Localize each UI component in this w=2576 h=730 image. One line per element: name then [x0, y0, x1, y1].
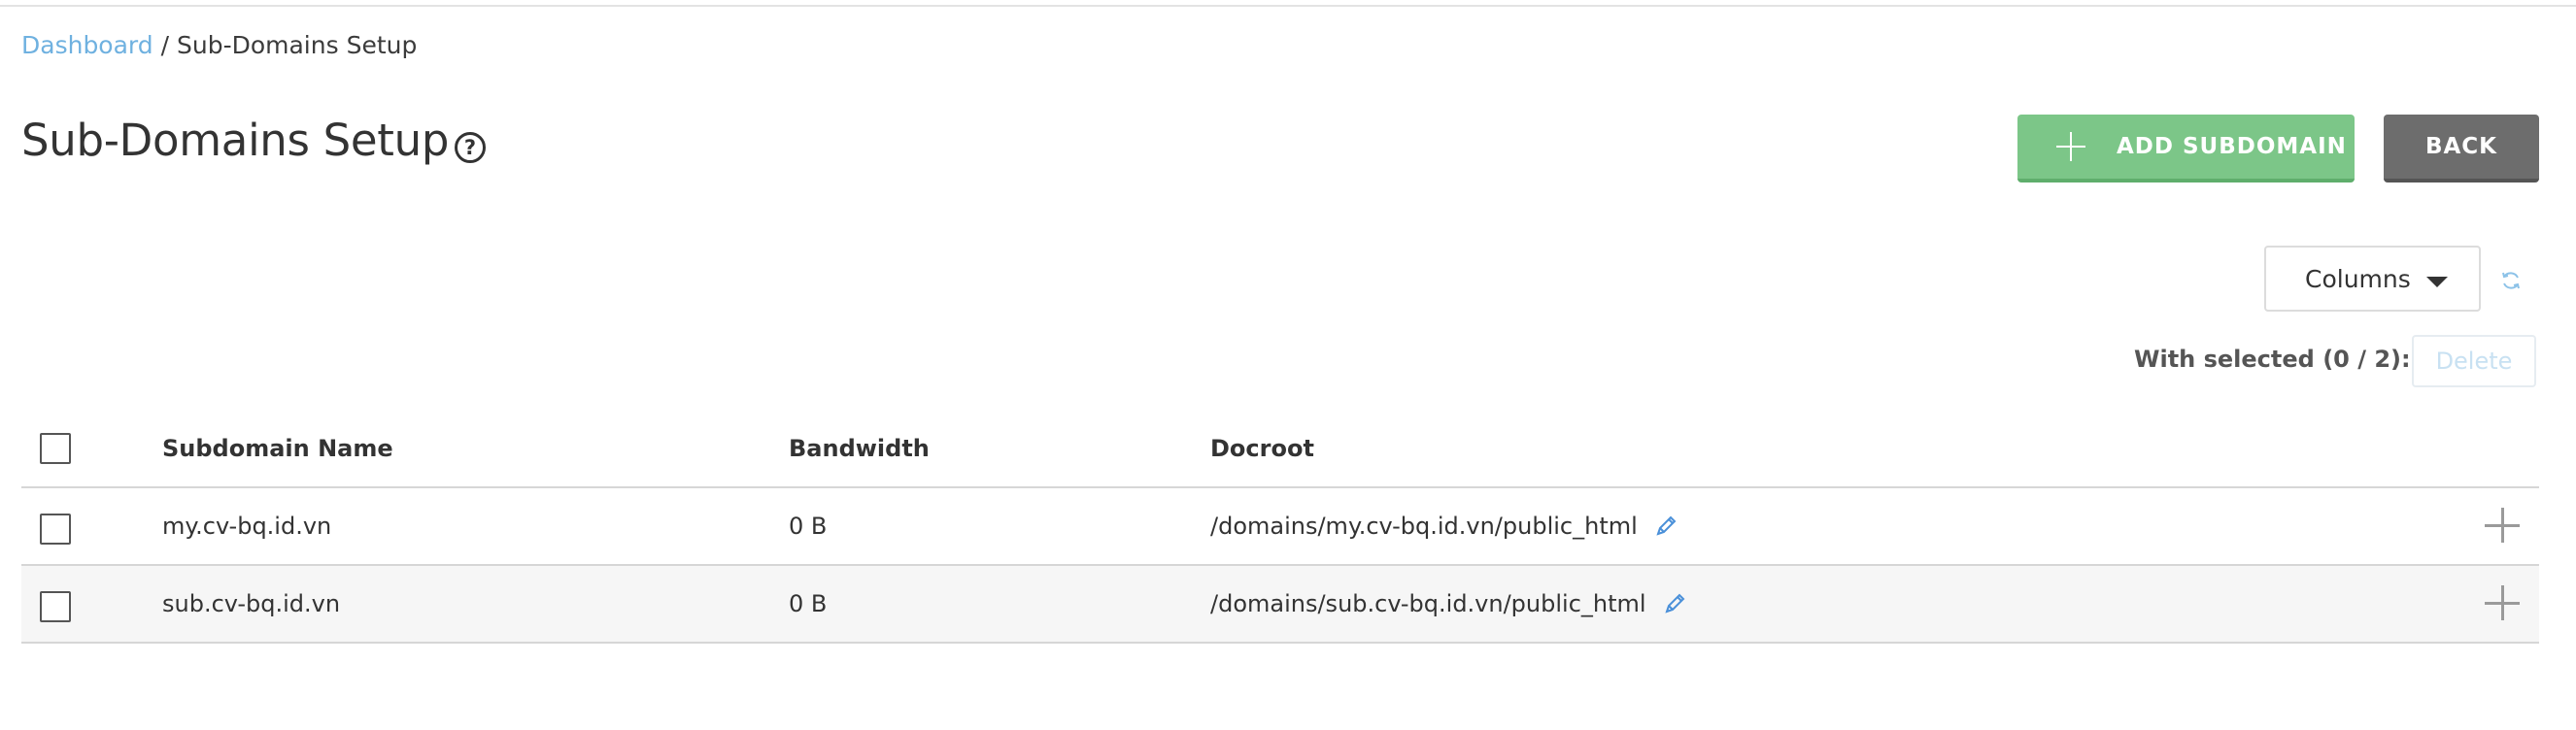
header-bandwidth[interactable]: Bandwidth	[789, 411, 930, 486]
top-rule	[0, 0, 2576, 7]
with-selected-count: With selected (0 / 2):	[2134, 346, 2411, 373]
subdomain-name-cell: sub.cv-bq.id.vn	[162, 590, 341, 617]
header-docroot[interactable]: Docroot	[1210, 411, 1314, 486]
bandwidth-cell: 0 B	[789, 590, 828, 617]
plus-icon[interactable]	[2485, 585, 2520, 620]
docroot-cell: /domains/sub.cv-bq.id.vn/public_html	[1210, 566, 1687, 642]
bandwidth-cell: 0 B	[789, 513, 828, 540]
question-circle-icon[interactable]: ?	[455, 132, 486, 163]
caret-down-icon	[2426, 277, 2448, 287]
subdomains-table: Subdomain Name Bandwidth Docroot my.cv-b…	[21, 411, 2539, 644]
add-subdomain-label: ADD SUBDOMAIN	[2117, 134, 2347, 159]
page-title: Sub-Domains Setup	[21, 115, 450, 166]
plus-icon[interactable]	[2485, 508, 2520, 543]
refresh-icon[interactable]	[2500, 270, 2522, 291]
pencil-icon[interactable]	[1653, 514, 1678, 539]
plus-icon	[2056, 132, 2085, 161]
pencil-icon[interactable]	[1662, 591, 1687, 616]
breadcrumb: Dashboard / Sub-Domains Setup	[21, 31, 417, 59]
subdomain-name-cell: my.cv-bq.id.vn	[162, 513, 332, 540]
docroot-path: /domains/my.cv-bq.id.vn/public_html	[1210, 513, 1638, 540]
docroot-path: /domains/sub.cv-bq.id.vn/public_html	[1210, 590, 1646, 617]
row-checkbox[interactable]	[40, 591, 71, 622]
header-subdomain-name[interactable]: Subdomain Name	[162, 411, 393, 486]
add-subdomain-button[interactable]: ADD SUBDOMAIN	[2017, 115, 2355, 182]
columns-label: Columns	[2305, 264, 2411, 293]
delete-button[interactable]: Delete	[2412, 335, 2536, 387]
breadcrumb-separator: /	[160, 31, 170, 59]
docroot-cell: /domains/my.cv-bq.id.vn/public_html	[1210, 488, 1678, 564]
table-row: sub.cv-bq.id.vn 0 B /domains/sub.cv-bq.i…	[21, 566, 2539, 644]
breadcrumb-current: Sub-Domains Setup	[176, 31, 418, 59]
table-row: my.cv-bq.id.vn 0 B /domains/my.cv-bq.id.…	[21, 488, 2539, 566]
select-all-checkbox[interactable]	[40, 433, 71, 464]
breadcrumb-dashboard-link[interactable]: Dashboard	[21, 31, 153, 59]
columns-dropdown[interactable]: Columns	[2264, 246, 2481, 312]
table-header: Subdomain Name Bandwidth Docroot	[21, 411, 2539, 488]
row-checkbox[interactable]	[40, 514, 71, 545]
back-button[interactable]: BACK	[2384, 115, 2539, 182]
